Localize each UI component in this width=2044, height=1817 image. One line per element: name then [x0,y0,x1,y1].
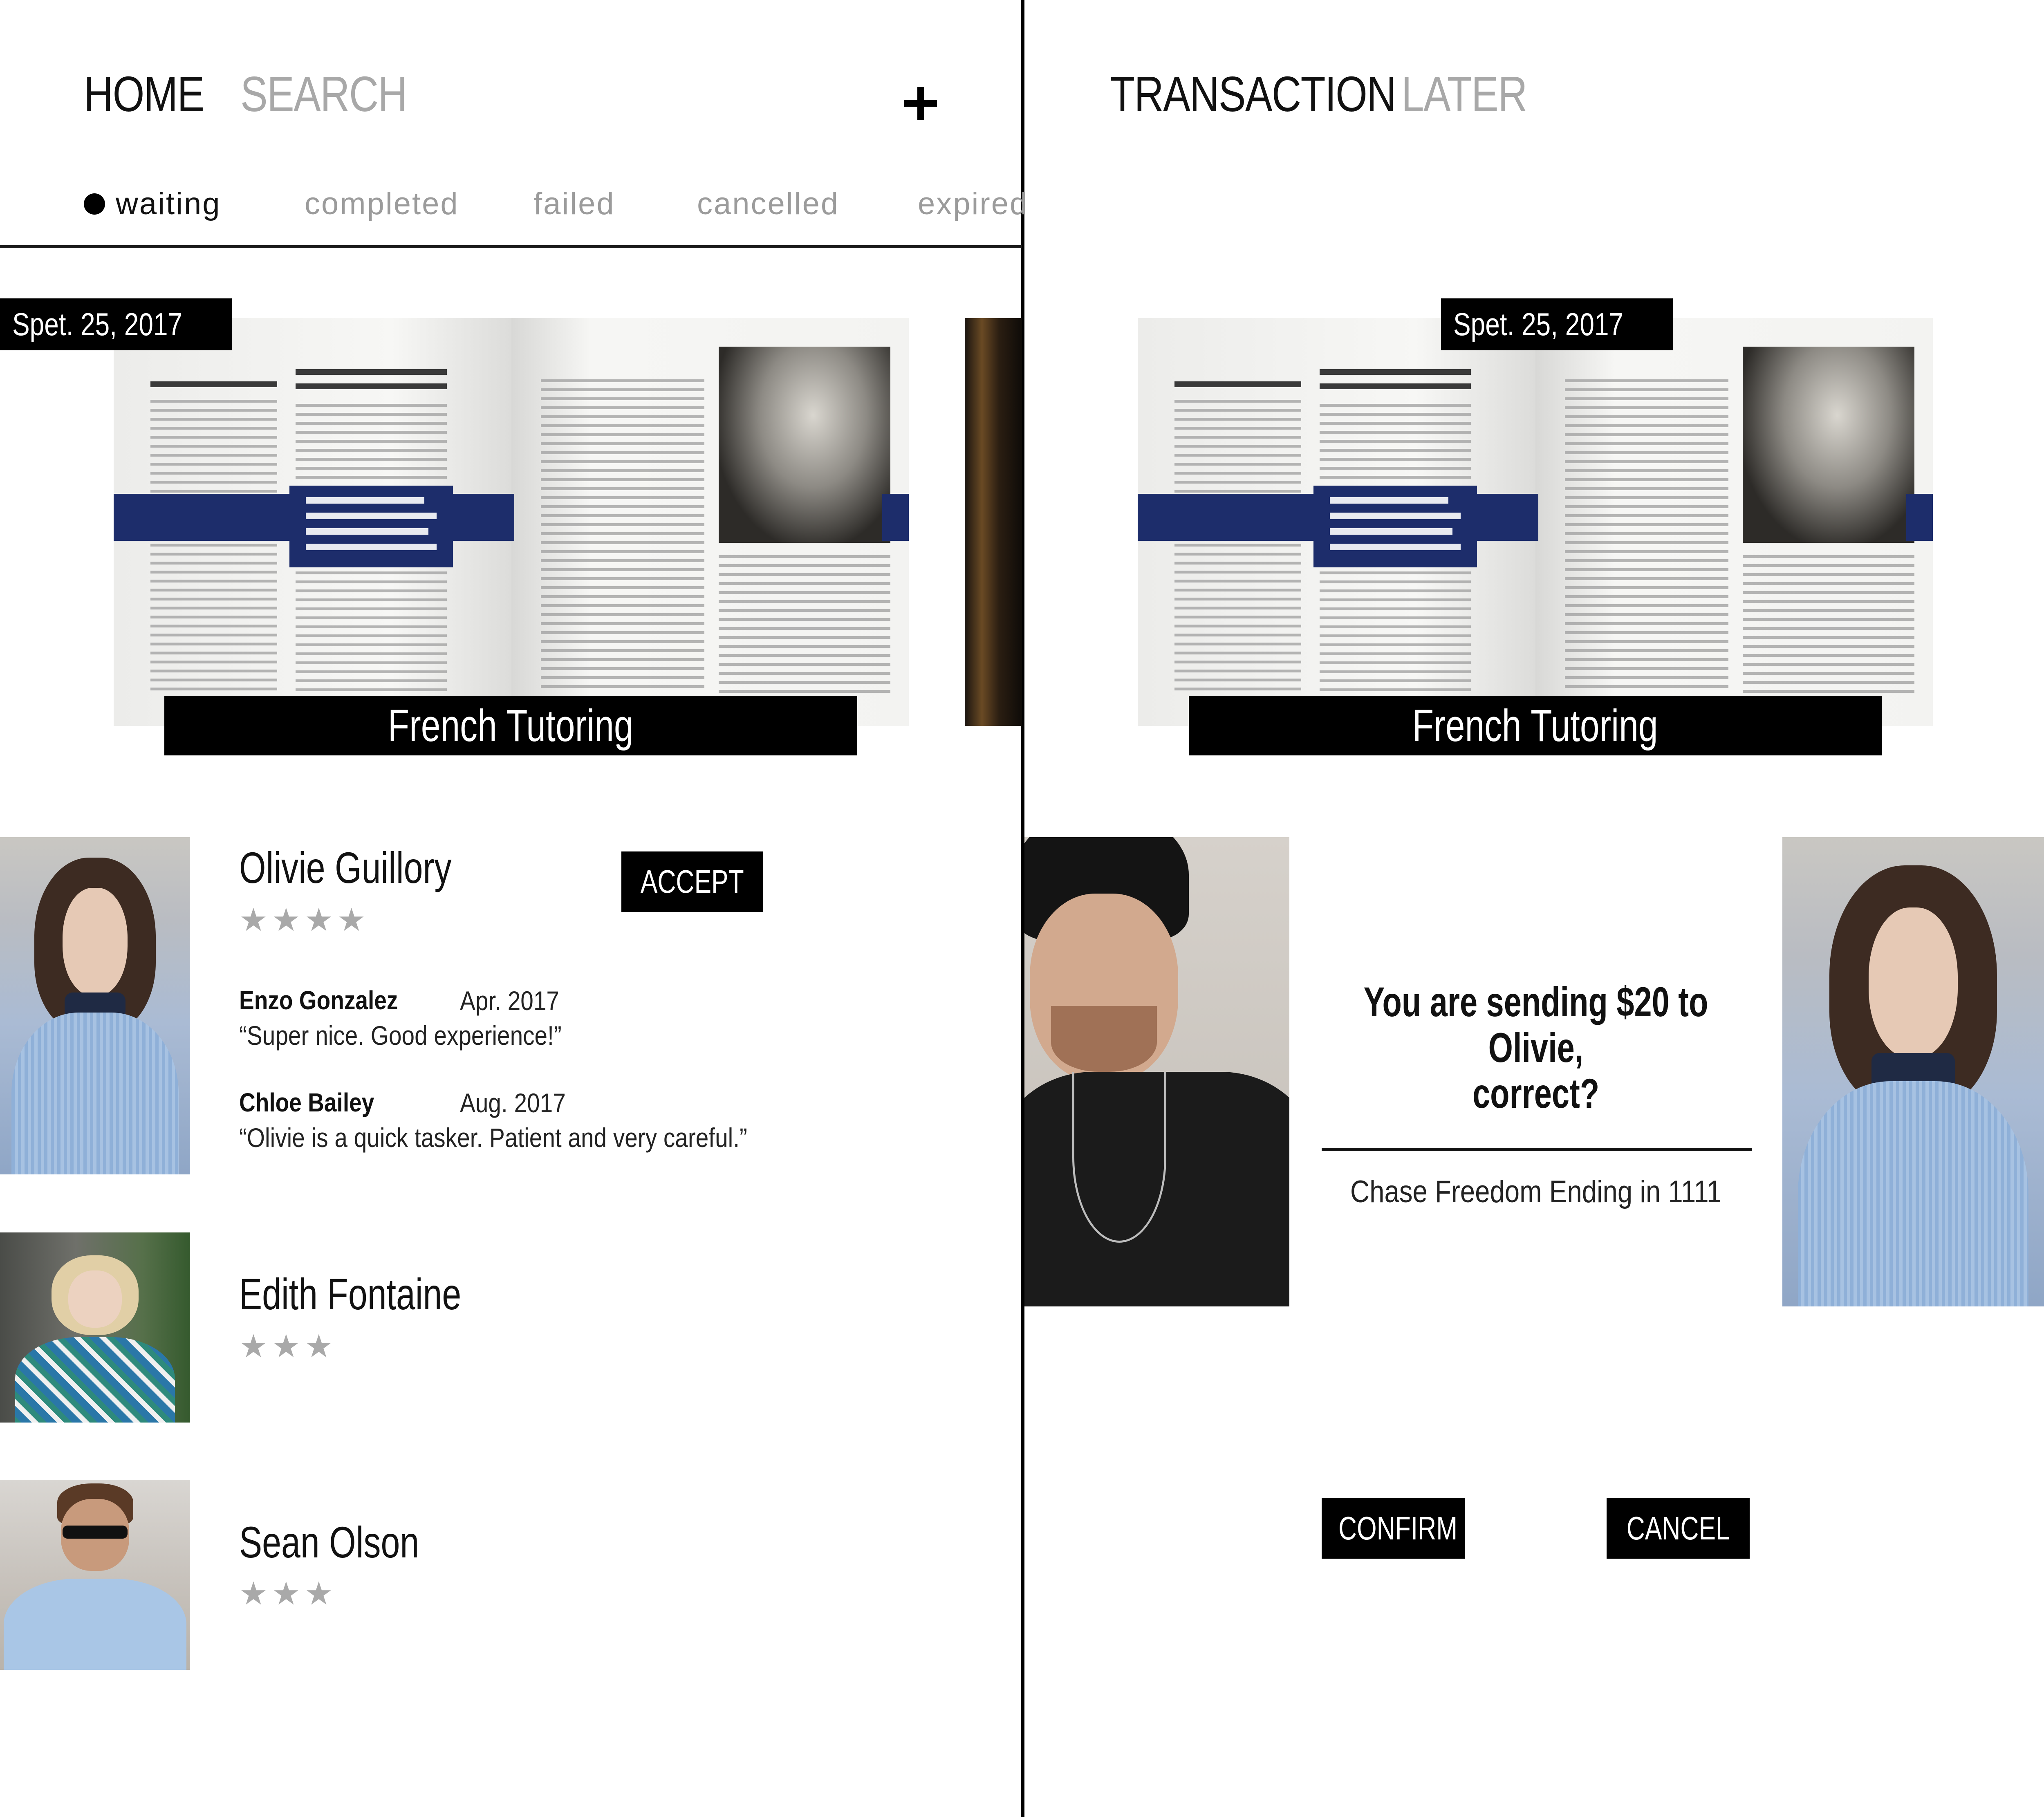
rating-stars: ★★★ [239,1575,337,1611]
review-author: Enzo Gonzalez [239,986,398,1015]
review-date: Aug. 2017 [460,1088,566,1118]
confirm-button[interactable]: CONFIRM [1322,1498,1465,1559]
job-title: French Tutoring [1189,696,1882,755]
review-text: “Super nice. Good experience!” [239,1020,562,1051]
avatar-recipient [1782,837,2044,1306]
payment-divider [1322,1148,1752,1151]
rating-stars: ★★★ [239,1328,337,1364]
avatar-olivie[interactable] [0,837,190,1174]
avatar-sean[interactable] [0,1480,190,1670]
filter-waiting-label: waiting [116,186,221,221]
job-image[interactable] [1138,318,1933,726]
filter-cancelled[interactable]: cancelled [697,186,839,222]
filter-waiting[interactable]: waiting [84,186,221,222]
rating-stars: ★★★★ [239,902,370,938]
tasker-name[interactable]: Edith Fontaine [239,1268,461,1320]
nav-tab-search[interactable]: SEARCH [240,65,408,123]
tasker-name[interactable]: Sean Olson [239,1517,419,1568]
filter-failed[interactable]: failed [533,186,615,222]
job-date-badge: Spet. 25, 2017 [0,298,232,350]
job-date-badge: Spet. 25, 2017 [1441,298,1673,350]
review-date: Apr. 2017 [460,986,560,1016]
tasker-name[interactable]: Olivie Guillory [239,842,452,893]
filter-completed[interactable]: completed [305,186,459,222]
panel-divider [1021,0,1024,1817]
plus-icon[interactable] [904,87,937,120]
confirmation-question: You are sending $20 to Olivie, correct? [1363,979,1708,1117]
nav-tab-transaction[interactable]: TRANSACTION [1110,65,1396,123]
cancel-button[interactable]: CANCEL [1607,1498,1750,1559]
accept-button[interactable]: ACCEPT [621,851,763,912]
nav-tab-later[interactable]: LATER [1401,65,1527,123]
job-image[interactable] [114,318,909,726]
review-text: “Olivie is a quick tasker. Patient and v… [239,1122,747,1153]
job-title: French Tutoring [164,696,857,755]
filter-expired[interactable]: expired [918,186,1028,222]
next-job-image-peek[interactable] [965,318,1022,726]
selected-dot-icon [84,193,105,215]
payment-method[interactable]: Chase Freedom Ending in 1111 [1289,1174,1782,1210]
avatar-edith[interactable] [0,1232,190,1423]
filter-divider [0,245,1022,248]
nav-tab-home[interactable]: HOME [84,65,204,123]
avatar-sender [1024,837,1289,1306]
review-author: Chloe Bailey [239,1088,374,1117]
